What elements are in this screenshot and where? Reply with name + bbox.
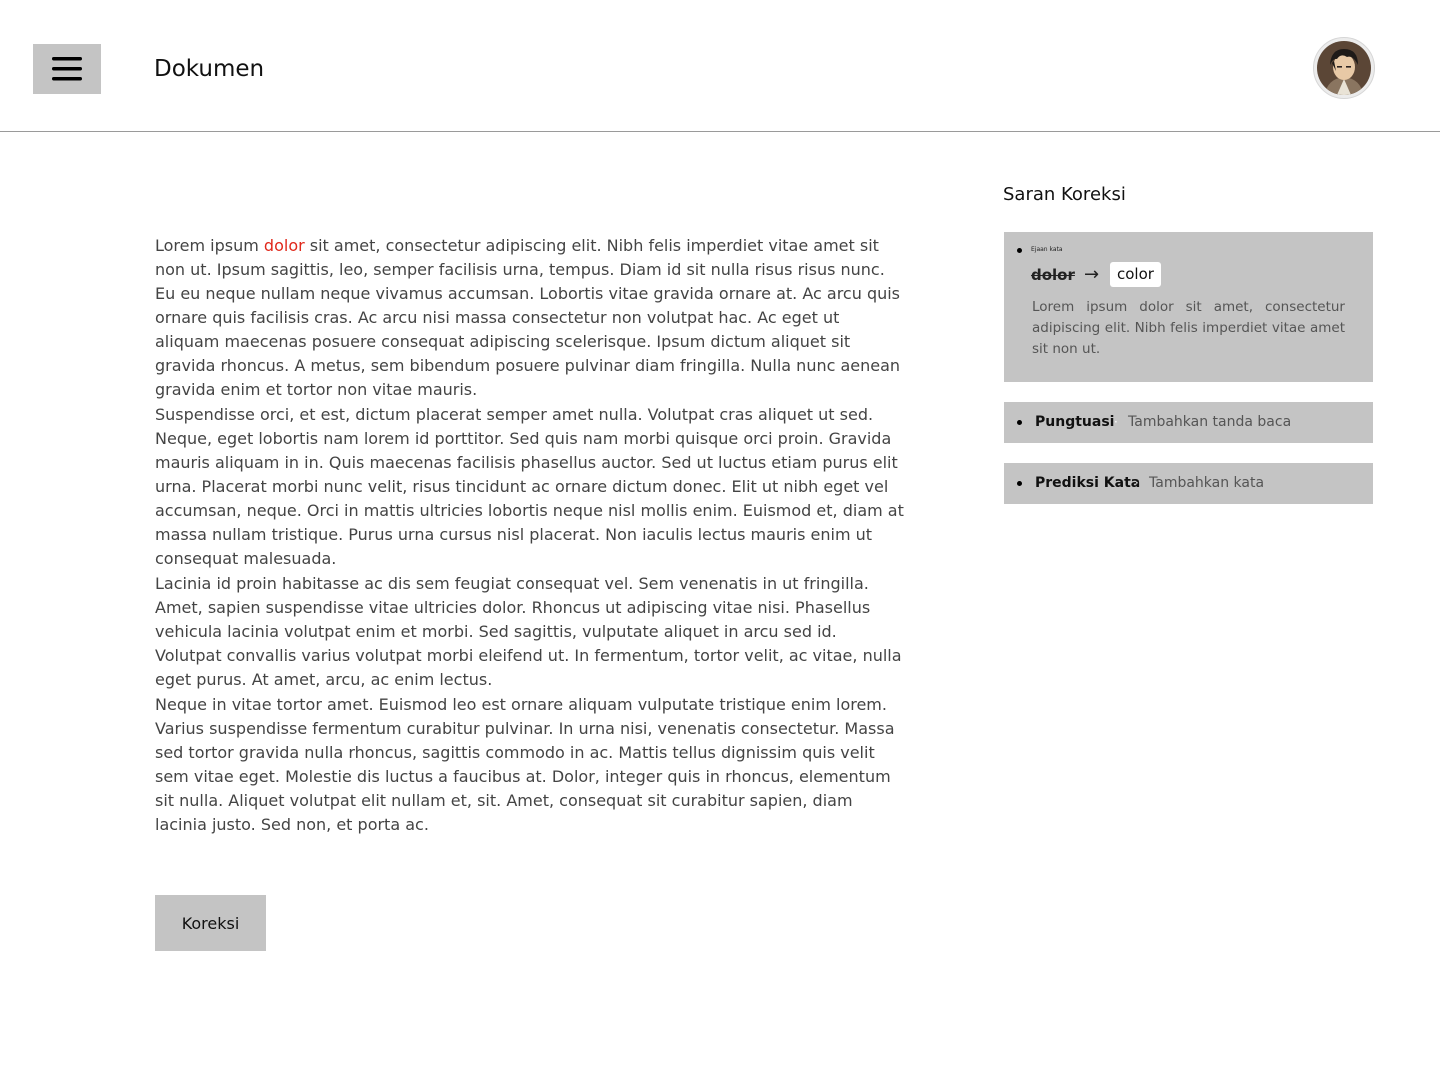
misspelled-word[interactable]: dolor (264, 236, 305, 255)
bullet-dot-icon (1017, 420, 1022, 425)
arrow-right-icon: → (1084, 264, 1100, 285)
suggestions-title: Saran Koreksi (1003, 184, 1126, 205)
paragraph-4: Neque in vitae tortor amet. Euismod leo … (155, 695, 895, 834)
document-body[interactable]: Lorem ipsum dolor sit amet, consectetur … (155, 234, 905, 838)
suggestion-category: Prediksi Kata (1035, 475, 1141, 491)
page-title: Dokumen (154, 56, 265, 82)
avatar[interactable] (1313, 37, 1375, 99)
top-bar: Dokumen (0, 0, 1440, 132)
paragraph-1-rest: sit amet, consectetur adipiscing elit. N… (155, 236, 901, 399)
paragraph-1-start: Lorem ipsum (155, 236, 264, 255)
suggestion-card-punctuation[interactable]: Pungtuasi · Tambahkan tanda baca (1004, 402, 1373, 443)
suggested-word-button[interactable]: color (1110, 262, 1161, 287)
wrong-word: dolor (1031, 266, 1075, 284)
suggestion-category: Pungtuasi (1035, 414, 1115, 430)
hamburger-menu-icon (52, 57, 82, 81)
bullet-dot-icon (1017, 248, 1022, 253)
paragraph-3: Lacinia id proin habitasse ac dis sem fe… (155, 574, 902, 689)
bullet-dot-icon (1017, 481, 1022, 486)
separator-dot-icon: · (1135, 476, 1139, 490)
suggestion-description: Tambahkan tanda baca (1128, 414, 1292, 430)
separator-dot-icon: · (1114, 415, 1118, 429)
suggestion-card-spelling[interactable]: Ejaan kata dolor → color Lorem ipsum dol… (1004, 232, 1373, 382)
menu-button[interactable] (33, 44, 101, 94)
suggestion-category: Ejaan kata (1031, 246, 1063, 253)
koreksi-button[interactable]: Koreksi (155, 895, 266, 951)
paragraph-2: Suspendisse orci, et est, dictum placera… (155, 405, 904, 568)
suggestion-card-word-prediction[interactable]: Prediksi Kata · Tambahkan kata (1004, 463, 1373, 504)
user-avatar-icon (1317, 41, 1371, 95)
suggestion-description: Tambahkan kata (1149, 475, 1265, 491)
suggestion-preview: Lorem ipsum dolor sit amet, consectetur … (1032, 299, 1345, 357)
paragraph-1: Lorem ipsum dolor sit amet, consectetur … (155, 234, 905, 402)
